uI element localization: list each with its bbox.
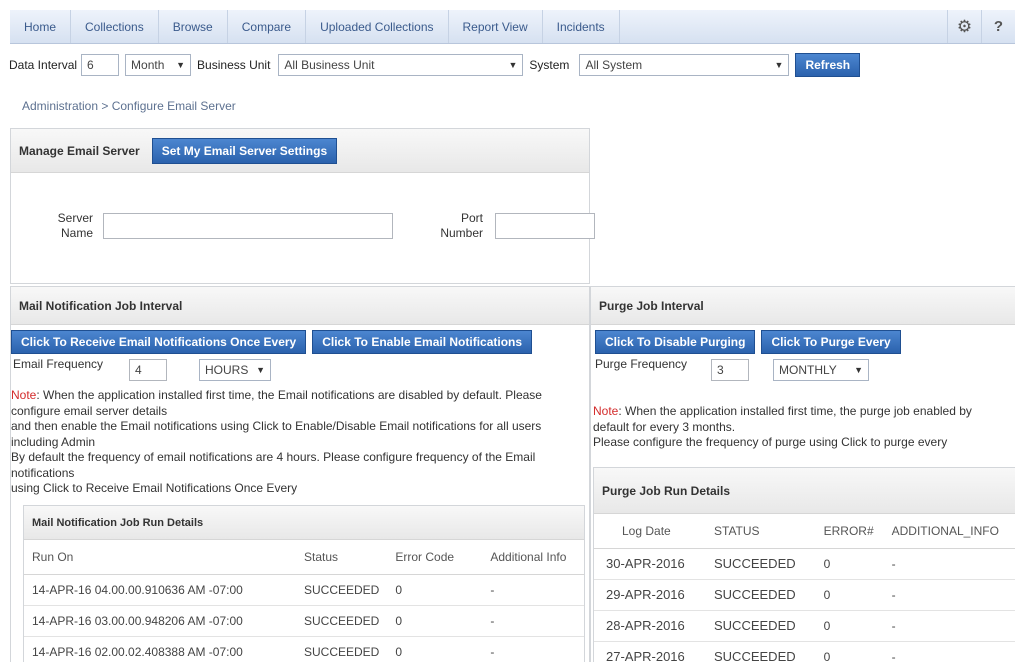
table-row: 29-APR-2016 SUCCEEDED 0 -: [594, 579, 1015, 611]
chevron-down-icon: ▼: [176, 60, 186, 70]
period-value: Month: [131, 58, 165, 72]
disable-purging-button[interactable]: Click To Disable Purging: [595, 330, 756, 354]
panel-title: Manage Email Server: [19, 143, 140, 158]
system-select[interactable]: All System ▼: [579, 54, 790, 76]
breadcrumb[interactable]: Administration > Configure Email Server: [22, 99, 236, 113]
column-header[interactable]: Log Date: [594, 514, 698, 549]
purge-frequency-unit-select[interactable]: MONTHLY ▼: [773, 359, 869, 381]
panel-title: Purge Job Run Details: [602, 483, 731, 498]
purge-run-details-table: Log Date STATUS ERROR# ADDITIONAL_INFO 3…: [594, 514, 1015, 662]
purge-frequency-label: Purge Frequency: [595, 357, 688, 371]
column-header[interactable]: STATUS: [698, 514, 804, 549]
column-header[interactable]: ERROR#: [803, 514, 884, 549]
table-row: 28-APR-2016 SUCCEEDED 0 -: [594, 610, 1015, 642]
filter-bar: Data Interval 6 Month ▼ Business Unit All…: [0, 50, 1015, 80]
panel-title: Mail Notification Job Run Details: [32, 516, 204, 529]
purge-job-header: Purge Job Interval: [591, 287, 1015, 325]
mail-notification-panel: Mail Notification Job Interval Click To …: [10, 286, 590, 662]
column-header[interactable]: Run On: [24, 540, 296, 575]
table-row: 14-APR-16 02.00.02.408388 AM -07:00 SUCC…: [24, 636, 584, 662]
nav-compare[interactable]: Compare: [228, 10, 307, 43]
port-number-input[interactable]: [495, 213, 595, 239]
business-unit-select[interactable]: All Business Unit ▼: [278, 54, 524, 76]
mail-run-details-table: Run On Status Error Code Additional Info…: [24, 540, 584, 662]
top-navigation: Home Collections Browse Compare Uploaded…: [10, 10, 1015, 44]
email-frequency-unit-select[interactable]: HOURS ▼: [199, 359, 271, 381]
mail-notification-note: Note: When the application installed fir…: [11, 388, 542, 495]
business-unit-value: All Business Unit: [284, 58, 375, 72]
purge-run-details-panel: Purge Job Run Details Log Date STATUS ER…: [593, 467, 1015, 662]
panel-title: Mail Notification Job Interval: [19, 298, 183, 313]
nav-uploaded-collections[interactable]: Uploaded Collections: [306, 10, 449, 43]
purge-job-note: Note: When the application installed fir…: [593, 404, 972, 449]
email-frequency-label: Email Frequency: [13, 357, 104, 371]
set-email-server-settings-button[interactable]: Set My Email Server Settings: [151, 137, 338, 164]
mail-notification-header: Mail Notification Job Interval: [11, 287, 589, 325]
chevron-down-icon: ▼: [854, 365, 863, 375]
chevron-down-icon: ▼: [774, 60, 784, 70]
nav-report-view[interactable]: Report View: [449, 10, 543, 43]
column-header[interactable]: Error Code: [387, 540, 483, 575]
unit-value: MONTHLY: [779, 363, 837, 377]
help-icon[interactable]: ?: [981, 10, 1015, 43]
port-number-label: Port Number: [440, 211, 483, 240]
nav-home[interactable]: Home: [10, 10, 72, 43]
enable-email-notifications-button[interactable]: Click To Enable Email Notifications: [312, 330, 533, 354]
business-unit-label: Business Unit: [197, 58, 271, 72]
refresh-button[interactable]: Refresh: [795, 53, 861, 77]
table-row: 14-APR-16 03.00.00.948206 AM -07:00 SUCC…: [24, 605, 584, 637]
gear-icon[interactable]: ⚙: [947, 10, 981, 43]
nav-browse[interactable]: Browse: [159, 10, 228, 43]
purge-frequency-input[interactable]: 3: [711, 359, 749, 381]
nav-collections[interactable]: Collections: [71, 10, 159, 43]
period-select[interactable]: Month ▼: [125, 54, 192, 76]
table-row: 14-APR-16 04.00.00.910636 AM -07:00 SUCC…: [24, 574, 584, 606]
column-header[interactable]: Additional Info: [482, 540, 584, 575]
system-value: All System: [585, 58, 643, 72]
receive-email-notifications-button[interactable]: Click To Receive Email Notifications Onc…: [11, 330, 307, 354]
column-header[interactable]: Status: [296, 540, 388, 575]
chevron-down-icon: ▼: [256, 365, 265, 375]
table-row: 30-APR-2016 SUCCEEDED 0 -: [594, 548, 1015, 580]
column-header[interactable]: ADDITIONAL_INFO: [883, 514, 1015, 549]
nav-incidents[interactable]: Incidents: [543, 10, 620, 43]
data-interval-input[interactable]: 6: [81, 54, 120, 76]
mail-run-details-panel: Mail Notification Job Run Details Run On…: [23, 505, 585, 662]
manage-email-server-panel: Manage Email Server Set My Email Server …: [10, 128, 595, 284]
server-name-input[interactable]: [103, 213, 393, 239]
server-name-label: Server Name: [57, 211, 93, 240]
system-label: System: [529, 58, 570, 72]
purge-job-panel: Purge Job Interval Click To Disable Purg…: [590, 286, 1015, 662]
table-row: 27-APR-2016 SUCCEEDED 0 -: [594, 641, 1015, 662]
purge-every-button[interactable]: Click To Purge Every: [761, 330, 901, 354]
email-frequency-input[interactable]: 4: [129, 359, 167, 381]
unit-value: HOURS: [205, 363, 249, 377]
chevron-down-icon: ▼: [508, 60, 518, 70]
panel-title: Purge Job Interval: [599, 298, 704, 313]
data-interval-label: Data Interval: [9, 58, 78, 72]
